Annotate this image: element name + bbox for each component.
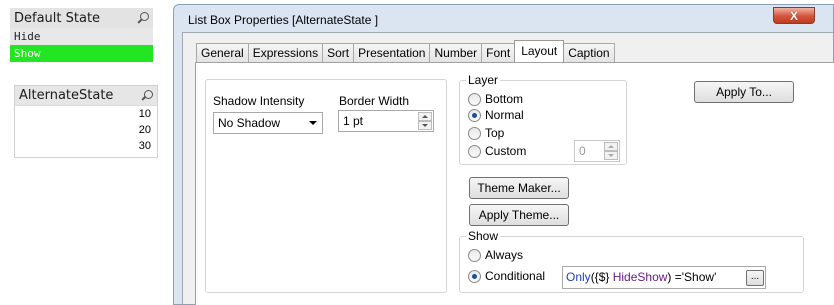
border-width-stepper[interactable]: 1 pt xyxy=(338,110,434,132)
show-radio-conditional[interactable]: Conditional xyxy=(468,269,545,283)
radio-selected-icon xyxy=(468,108,481,122)
stepper-up-icon[interactable] xyxy=(604,142,618,151)
radio-icon xyxy=(468,248,481,262)
show-radio-always[interactable]: Always xyxy=(468,248,523,262)
radio-selected-icon xyxy=(468,269,481,283)
listbox-default-state[interactable]: Default State Hide Show xyxy=(10,8,153,62)
tab-expressions[interactable]: Expressions xyxy=(247,43,324,62)
radio-label: Normal xyxy=(485,108,524,122)
stepper-down-icon[interactable] xyxy=(604,151,618,160)
layer-radio-top[interactable]: Top xyxy=(468,126,504,140)
theme-maker-button[interactable]: Theme Maker... xyxy=(469,177,569,199)
search-icon[interactable] xyxy=(141,89,153,102)
shadow-intensity-label: Shadow Intensity xyxy=(213,94,305,108)
radio-icon xyxy=(468,92,481,106)
expr-field: HideShow xyxy=(612,270,668,284)
close-button[interactable]: X xyxy=(773,7,815,24)
shadow-intensity-select[interactable]: No Shadow xyxy=(213,112,323,134)
shadow-intensity-value: No Shadow xyxy=(218,116,281,130)
list-item-show[interactable]: Show xyxy=(10,45,153,62)
stepper-buttons xyxy=(604,142,618,160)
tab-presentation[interactable]: Presentation xyxy=(353,43,431,62)
listbox-caption[interactable]: AlternateState xyxy=(15,86,157,106)
border-width-label: Border Width xyxy=(339,94,410,108)
apply-theme-button[interactable]: Apply Theme... xyxy=(469,204,569,226)
listbox-title: AlternateState xyxy=(19,88,114,103)
show-legend: Show xyxy=(466,229,501,243)
expr-function: Only xyxy=(566,270,591,284)
radio-label: Top xyxy=(485,126,505,140)
tab-caption[interactable]: Caption xyxy=(563,43,615,62)
radio-label: Conditional xyxy=(485,269,546,283)
close-icon: X xyxy=(789,8,798,23)
tab-general[interactable]: General xyxy=(196,43,249,62)
radio-icon xyxy=(468,126,481,140)
list-item[interactable]: 20 xyxy=(15,122,157,138)
show-condition-input[interactable]: Only({$} HideShow) ='Show' xyxy=(562,266,766,289)
layer-radio-normal[interactable]: Normal xyxy=(468,108,524,122)
layer-custom-stepper[interactable]: 0 xyxy=(574,140,620,162)
listbox-caption[interactable]: Default State xyxy=(10,8,153,28)
chevron-down-icon xyxy=(309,121,317,125)
layer-radio-bottom[interactable]: Bottom xyxy=(468,92,523,106)
tab-strip: General Expressions Sort Presentation Nu… xyxy=(196,40,615,62)
list-item[interactable]: 10 xyxy=(15,106,157,122)
radio-icon xyxy=(468,144,481,158)
stepper-up-icon[interactable] xyxy=(418,112,432,121)
apply-to-button[interactable]: Apply To... xyxy=(694,81,794,103)
layer-custom-value: 0 xyxy=(579,144,586,158)
list-item-hide[interactable]: Hide xyxy=(10,28,153,45)
expr-rest: ) ='Show' xyxy=(667,270,717,284)
border-width-value: 1 pt xyxy=(343,114,364,128)
listbox-alternate-state[interactable]: AlternateState 10 20 30 xyxy=(14,85,158,158)
stepper-buttons xyxy=(418,112,432,130)
tab-layout[interactable]: Layout xyxy=(514,40,565,62)
layer-radio-custom[interactable]: Custom xyxy=(468,144,526,158)
expression-editor-button[interactable]: ... xyxy=(746,270,764,286)
radio-label: Always xyxy=(485,248,524,262)
stepper-down-icon[interactable] xyxy=(418,121,432,130)
tab-sort[interactable]: Sort xyxy=(322,43,355,62)
tab-font[interactable]: Font xyxy=(481,43,516,62)
layer-legend: Layer xyxy=(466,73,501,87)
radio-label: Bottom xyxy=(485,92,524,106)
radio-label: Custom xyxy=(485,144,527,158)
tab-number[interactable]: Number xyxy=(429,43,483,62)
search-icon[interactable] xyxy=(137,12,149,24)
expr-set: ({$} xyxy=(590,270,613,284)
dialog-title: List Box Properties [AlternateState ] xyxy=(188,13,379,27)
listbox-title: Default State xyxy=(14,10,101,26)
list-item[interactable]: 30 xyxy=(15,138,157,154)
